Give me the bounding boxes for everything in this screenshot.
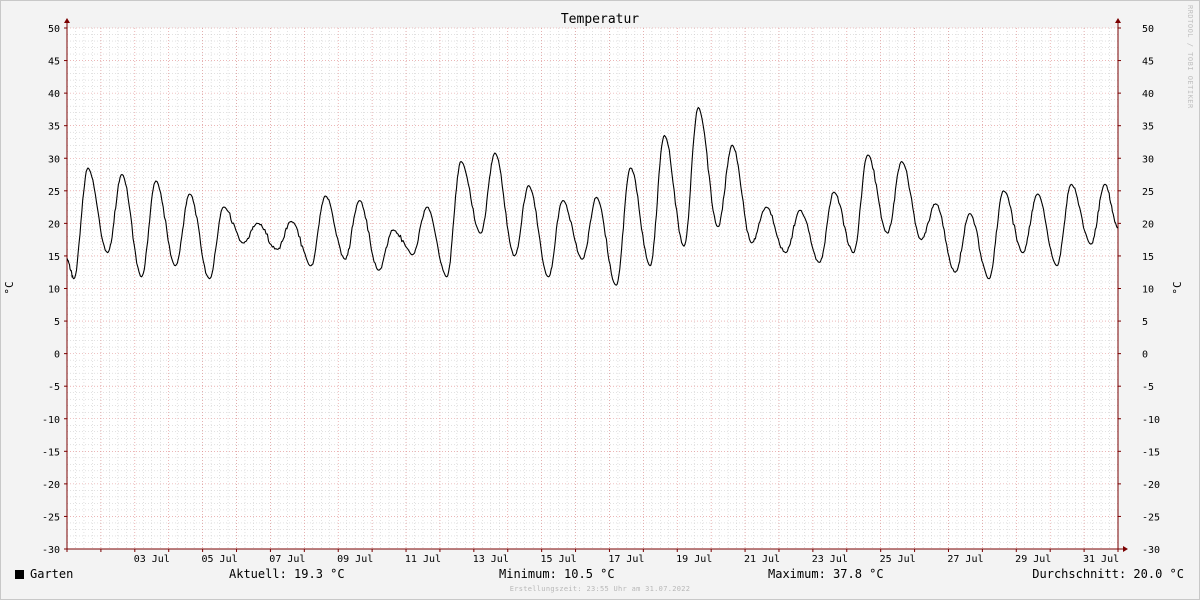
y-axis-arrow-left xyxy=(64,18,70,23)
creation-time-footer: Erstellungszeit: 23:55 Uhr am 31.07.2022 xyxy=(509,585,691,593)
x-tick-label: 25 Jul xyxy=(880,554,916,565)
y-tick-label-right: -10 xyxy=(1142,415,1160,426)
y-tick-label-right: 10 xyxy=(1142,285,1154,296)
legend-series-name: Garten xyxy=(30,567,74,581)
x-axis-arrow xyxy=(1123,546,1128,552)
y-tick-label-right: 50 xyxy=(1142,24,1154,35)
legend-swatch-garten xyxy=(15,570,24,579)
x-tick-label: 03 Jul xyxy=(134,554,170,565)
x-tick-label: 19 Jul xyxy=(676,554,712,565)
y-tick-label-right: 5 xyxy=(1142,317,1148,328)
y-tick-label-left: -30 xyxy=(42,545,60,556)
y-tick-label-left: -10 xyxy=(42,415,60,426)
y-tick-label-left: 30 xyxy=(48,154,60,165)
x-tick-label: 09 Jul xyxy=(337,554,373,565)
y-tick-label-left: 25 xyxy=(48,187,60,198)
y-tick-label-right: 40 xyxy=(1142,89,1154,100)
y-tick-label-right: 45 xyxy=(1142,57,1154,68)
y-tick-label-left: -20 xyxy=(42,480,60,491)
x-tick-labels: 03 Jul 05 Jul 07 Jul 09 Jul 11 Jul 13 Jul 15 J… xyxy=(134,554,1119,565)
x-tick-label: 21 Jul xyxy=(744,554,780,565)
legend-minimum: Minimum: 10.5 °C xyxy=(499,567,615,581)
y-tick-label-left: -5 xyxy=(48,382,60,393)
y-axis-label-left: °C xyxy=(3,281,16,294)
y-tick-label-right: 30 xyxy=(1142,154,1154,165)
y-tick-label-right: -30 xyxy=(1142,545,1160,556)
y-tick-label-left: -15 xyxy=(42,447,60,458)
y-tick-label-left: -25 xyxy=(42,512,60,523)
x-tick-label: 05 Jul xyxy=(202,554,238,565)
y-tick-label-left: 40 xyxy=(48,89,60,100)
x-tick-label: 13 Jul xyxy=(473,554,509,565)
y-tick-label-right: -5 xyxy=(1142,382,1154,393)
y-tick-label-left: 15 xyxy=(48,252,60,263)
y-tick-label-right: 0 xyxy=(1142,350,1148,361)
y-tick-label-left: 10 xyxy=(48,285,60,296)
y-tick-label-left: 20 xyxy=(48,219,60,230)
y-tick-label-right: 25 xyxy=(1142,187,1154,198)
x-tick-label: 11 Jul xyxy=(405,554,441,565)
y-tick-label-left: 35 xyxy=(48,122,60,133)
y-tick-label-right: -25 xyxy=(1142,512,1160,523)
x-tick-label: 15 Jul xyxy=(541,554,577,565)
y-axis-arrow-right xyxy=(1115,18,1121,23)
y-tick-labels-right: 50454035302520151050-5-10-15-20-25-30 xyxy=(1142,24,1160,556)
x-tick-label: 31 Jul xyxy=(1083,554,1119,565)
legend-maximum: Maximum: 37.8 °C xyxy=(768,567,884,581)
y-tick-label-right: 35 xyxy=(1142,122,1154,133)
y-tick-labels-left: 50454035302520151050-5-10-15-20-25-30 xyxy=(42,24,60,556)
y-axis-label-right: °C xyxy=(1171,281,1184,294)
y-tick-label-left: 45 xyxy=(48,57,60,68)
y-tick-label-right: -15 xyxy=(1142,447,1160,458)
temperature-chart: 50454035302520151050-5-10-15-20-25-30 50… xyxy=(3,12,1184,565)
y-tick-label-left: 50 xyxy=(48,24,60,35)
x-tick-label: 07 Jul xyxy=(269,554,305,565)
legend-current: Aktuell: 19.3 °C xyxy=(229,567,345,581)
y-tick-label-left: 5 xyxy=(54,317,60,328)
y-tick-label-right: -20 xyxy=(1142,480,1160,491)
y-tick-label-right: 20 xyxy=(1142,219,1154,230)
x-tick-label: 23 Jul xyxy=(812,554,848,565)
rrdtool-watermark: RRDTOOL / TOBI OETIKER xyxy=(1186,5,1194,109)
y-tick-label-right: 15 xyxy=(1142,252,1154,263)
x-tick-label: 17 Jul xyxy=(608,554,644,565)
x-tick-label: 27 Jul xyxy=(947,554,983,565)
legend-average: Durchschnitt: 20.0 °C xyxy=(1032,567,1184,581)
chart-title: Temperatur xyxy=(561,12,639,27)
x-tick-label: 29 Jul xyxy=(1015,554,1051,565)
y-tick-label-left: 0 xyxy=(54,350,60,361)
